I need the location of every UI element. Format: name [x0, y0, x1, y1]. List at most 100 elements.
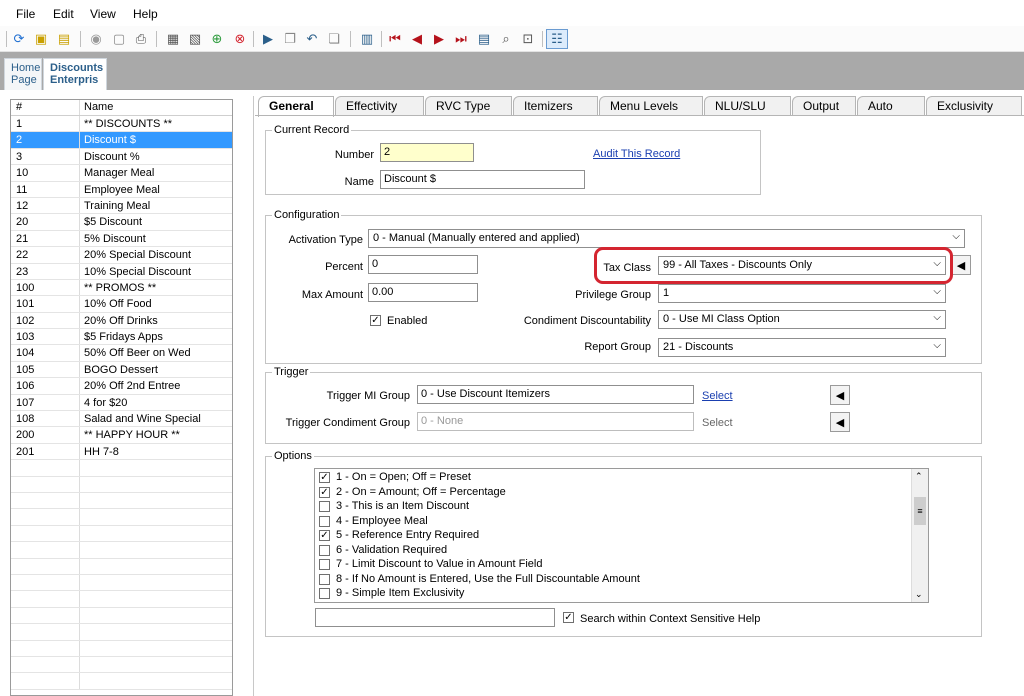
menu-help[interactable]: Help — [133, 7, 158, 21]
discounts-enterprise-tab[interactable]: Discounts Enterpris — [43, 58, 107, 90]
option-label: 7 - Limit Discount to Value in Amount Fi… — [336, 558, 543, 570]
list-item[interactable]: 102 20% Off Drinks — [11, 312, 232, 330]
column-header-name[interactable]: Name — [84, 101, 113, 113]
tab-output[interactable]: Output — [792, 96, 856, 116]
column-divider — [79, 673, 80, 689]
refresh-icon[interactable]: ⟳ — [10, 30, 28, 48]
add-green-icon[interactable]: ⊕ — [208, 30, 226, 48]
condiment-discountability-select[interactable]: 0 - Use MI Class Option ⌵ — [658, 310, 946, 329]
add-record-icon[interactable]: ▣ — [32, 30, 50, 48]
list-item[interactable]: 1 ** DISCOUNTS ** — [11, 116, 232, 133]
option-checkbox[interactable] — [319, 588, 330, 599]
tab-exclusivity[interactable]: Exclusivity — [926, 96, 1022, 116]
scroll-thumb[interactable]: ≡ — [914, 497, 926, 525]
max-amount-field[interactable]: 0.00 — [368, 283, 478, 302]
list-item[interactable]: 100 ** PROMOS ** — [11, 279, 232, 297]
option-checkbox[interactable] — [319, 559, 330, 570]
list-item[interactable]: 21 5% Discount — [11, 230, 232, 248]
table-view-icon[interactable]: ☷ — [546, 29, 568, 49]
trigger-mi-group-field[interactable]: 0 - Use Discount Itemizers — [417, 385, 694, 404]
scroll-down-icon[interactable]: ⌄ — [915, 589, 923, 600]
list-item[interactable]: 105 BOGO Dessert — [11, 361, 232, 379]
tab-nlu-slu[interactable]: NLU/SLU — [704, 96, 791, 116]
undo-icon[interactable]: ↶ — [303, 30, 321, 48]
trigger-mi-detail-button[interactable]: ◀ — [830, 385, 850, 405]
list-item[interactable]: 103 $5 Fridays Apps — [11, 329, 232, 346]
trigger-mi-select-link[interactable]: Select — [702, 390, 733, 402]
disabled-tool-icon[interactable]: ◉ — [87, 30, 105, 48]
trigger-condiment-group-field[interactable]: 0 - None — [417, 412, 694, 431]
tax-class-detail-button[interactable]: ◀ — [951, 255, 971, 275]
list-item[interactable]: 200 ** HAPPY HOUR ** — [11, 427, 232, 444]
list-item[interactable]: 2 Discount $ — [11, 132, 232, 149]
search-icon[interactable]: ⊡ — [519, 30, 537, 48]
list-item[interactable]: 20 $5 Discount — [11, 214, 232, 231]
audit-this-record-link[interactable]: Audit This Record — [593, 148, 680, 160]
menu-file[interactable]: File — [16, 7, 35, 21]
tab-general[interactable]: General — [258, 96, 334, 117]
chevron-down-icon: ⌵ — [933, 286, 941, 297]
list-item[interactable]: 108 Salad and Wine Special — [11, 411, 232, 428]
list-item[interactable]: 107 4 for $20 — [11, 394, 232, 412]
list-item[interactable]: 11 Employee Meal — [11, 181, 232, 198]
condiment-discountability-value: 0 - Use MI Class Option — [663, 313, 780, 325]
tab-rvc-type[interactable]: RVC Type — [425, 96, 512, 116]
option-label: 2 - On = Amount; Off = Percentage — [336, 485, 506, 498]
percent-field[interactable]: 0 — [368, 255, 478, 274]
activation-type-select[interactable]: 0 - Manual (Manually entered and applied… — [368, 229, 965, 248]
column-header-number[interactable]: # — [16, 101, 22, 113]
list-item[interactable]: 101 10% Off Food — [11, 296, 232, 313]
option-checkbox[interactable] — [319, 501, 330, 512]
last-record-icon[interactable]: ⏭ — [452, 30, 470, 48]
next-record-icon[interactable]: ▶ — [430, 30, 448, 48]
list-item[interactable]: 104 50% Off Beer on Wed — [11, 345, 232, 362]
tab-menu-levels[interactable]: Menu Levels — [599, 96, 703, 116]
list-item[interactable]: 201 HH 7-8 — [11, 443, 232, 461]
scroll-up-icon[interactable]: ⌃ — [915, 471, 923, 482]
number-field[interactable]: 2 — [380, 143, 474, 162]
privilege-group-select[interactable]: 1 ⌵ — [658, 284, 946, 303]
option-checkbox[interactable]: ✓ — [319, 486, 330, 498]
search-help-checkbox[interactable]: ✓ — [563, 612, 574, 623]
trigger-condiment-detail-button[interactable]: ◀ — [830, 412, 850, 432]
option-checkbox[interactable] — [319, 544, 330, 556]
menu-view[interactable]: View — [90, 7, 116, 21]
option-checkbox[interactable] — [319, 515, 330, 527]
previous-record-icon[interactable]: ◀ — [408, 30, 426, 48]
duplicate-record-icon[interactable]: ▤ — [55, 30, 73, 48]
list-item[interactable]: 12 Training Meal — [11, 197, 232, 215]
menu-edit[interactable]: Edit — [53, 7, 74, 21]
first-record-icon[interactable]: ⏮ — [386, 30, 404, 48]
list-item-name: HH 7-8 — [84, 445, 119, 458]
option-checkbox[interactable]: ✓ — [319, 472, 330, 483]
report-group-select[interactable]: 21 - Discounts ⌵ — [658, 338, 946, 357]
tab-itemizers[interactable]: Itemizers — [513, 96, 598, 116]
copy-icon[interactable]: ❐ — [281, 30, 299, 48]
list-item[interactable]: 106 20% Off 2nd Entree — [11, 378, 232, 395]
save-icon[interactable]: ▦ — [164, 30, 182, 48]
option-checkbox[interactable]: ✓ — [319, 530, 330, 541]
save-all-icon[interactable]: ▧ — [186, 30, 204, 48]
enabled-checkbox[interactable]: ✓ — [370, 315, 381, 326]
options-scrollbar[interactable]: ⌃ ≡ ⌄ — [911, 469, 928, 602]
name-field[interactable]: Discount $ — [380, 170, 585, 189]
view-icon[interactable]: ▥ — [358, 30, 376, 48]
delete-icon[interactable]: ⊗ — [231, 30, 249, 48]
tab-effectivity[interactable]: Effectivity — [335, 96, 424, 116]
list-item[interactable]: 10 Manager Meal — [11, 165, 232, 182]
tab-auto[interactable]: Auto — [857, 96, 925, 116]
print-icon[interactable]: ⎙ — [132, 30, 150, 48]
list-item[interactable]: 22 20% Special Discount — [11, 247, 232, 264]
option-checkbox[interactable] — [319, 573, 330, 585]
home-page-tab[interactable]: Home Page — [4, 58, 42, 90]
paste-icon[interactable]: ❏ — [325, 30, 343, 48]
preview-icon[interactable]: ▢ — [110, 30, 128, 48]
help-search-input[interactable] — [315, 608, 555, 627]
list-item[interactable]: 3 Discount % — [11, 148, 232, 166]
privilege-group-value: 1 — [663, 287, 670, 299]
goto-record-icon[interactable]: ▤ — [475, 30, 493, 48]
chevron-down-icon: ⌵ — [933, 340, 941, 351]
insert-icon[interactable]: ▶ — [259, 30, 277, 48]
list-item[interactable]: 23 10% Special Discount — [11, 263, 232, 280]
binoculars-icon[interactable]: ⌕ — [497, 30, 515, 48]
